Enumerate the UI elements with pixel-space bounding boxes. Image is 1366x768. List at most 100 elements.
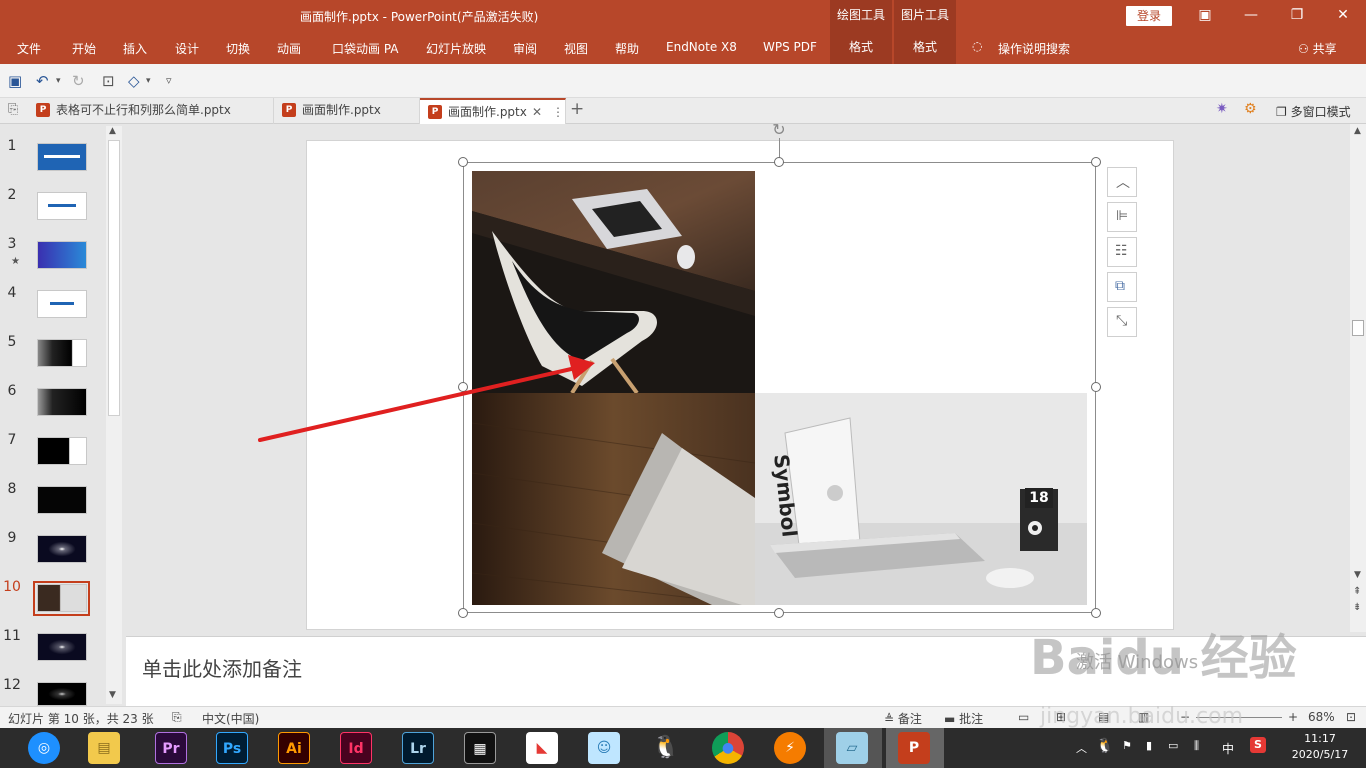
slide-thumbnail[interactable] [37, 339, 87, 367]
undo-icon[interactable]: ↶ [36, 72, 49, 90]
ime-indicator[interactable]: 中 [1222, 740, 1234, 757]
browser-360-icon[interactable]: ◎ [28, 732, 60, 764]
zoom-in-icon[interactable]: + [1288, 710, 1298, 724]
new-tab-icon[interactable]: + [570, 99, 584, 119]
fit-slide-icon[interactable]: ⊡ [1346, 710, 1356, 724]
chrome-icon[interactable]: ● [712, 732, 744, 764]
rotate-handle-icon[interactable]: ↻ [768, 120, 790, 139]
redo-icon[interactable]: ↻ [72, 72, 85, 90]
scroll-down-icon[interactable]: ▼ [1354, 570, 1361, 580]
sogou-ime-icon[interactable]: S [1250, 737, 1266, 753]
resize-handle-se[interactable] [1091, 608, 1101, 618]
scrollbar-thumb[interactable] [1352, 320, 1364, 336]
tab-wps-pdf[interactable]: WPS PDF [763, 40, 817, 54]
powerpoint-icon[interactable]: P [898, 732, 930, 764]
slide-thumbnail[interactable] [37, 535, 87, 563]
battery-icon[interactable]: ▮ [1146, 739, 1152, 752]
tab-animations[interactable]: 动画 [277, 40, 301, 57]
normal-view-icon[interactable]: ▭ [1018, 710, 1029, 724]
notes-placeholder[interactable]: 单击此处添加备注 [142, 653, 302, 682]
restore-icon[interactable]: ❐ [1274, 0, 1320, 32]
tab-endnote[interactable]: EndNote X8 [666, 40, 737, 54]
tab-pocket-animation[interactable]: 口袋动画 PA [332, 40, 399, 57]
scrollbar-thumb[interactable] [108, 140, 120, 416]
language-indicator[interactable]: 中文(中国) [202, 710, 259, 727]
tab-picture-format[interactable]: 格式 [894, 32, 956, 64]
previous-slide-icon[interactable]: ⇞ [1353, 586, 1361, 597]
scroll-up-icon[interactable]: ▲ [1354, 126, 1361, 136]
resize-handle-n[interactable] [774, 157, 784, 167]
qq-tray-icon[interactable]: 🐧 [1096, 738, 1113, 754]
slide-sorter-icon[interactable]: ⊞ [1056, 710, 1066, 724]
reading-view-icon[interactable]: ▤ [1098, 710, 1109, 724]
media-player-icon[interactable]: ◣ [526, 732, 558, 764]
tab-design[interactable]: 设计 [175, 40, 199, 57]
spellcheck-icon[interactable]: ⎘ [172, 710, 182, 725]
more-icon[interactable]: ⋮ [552, 100, 564, 124]
slide-thumbnail[interactable] [37, 437, 87, 465]
login-button[interactable]: 登录 [1126, 6, 1172, 26]
chat-bot-icon[interactable]: ☺ [588, 732, 620, 764]
resize-handle-s[interactable] [774, 608, 784, 618]
scroll-down-icon[interactable]: ▼ [109, 690, 116, 700]
show-hidden-icons[interactable]: ︿ [1076, 740, 1087, 756]
arrange-button[interactable]: ⧉ [1107, 272, 1137, 302]
tab-slideshow[interactable]: 幻灯片放映 [426, 40, 486, 57]
slide-thumbnail[interactable] [37, 290, 87, 318]
tab-drawing-format[interactable]: 格式 [830, 32, 892, 64]
doc-tab-3-active[interactable]: P 画面制作.pptx ✕ ⋮ [420, 98, 566, 124]
network-icon[interactable]: ⫼ [1194, 739, 1199, 753]
tab-transitions[interactable]: 切换 [226, 40, 250, 57]
resize-handle-nw[interactable] [458, 157, 468, 167]
share-button[interactable]: ⚇ 共享 [1298, 40, 1337, 57]
qq-icon[interactable]: 🐧 [650, 732, 682, 764]
tab-view[interactable]: 视图 [564, 40, 588, 57]
scroll-up-icon[interactable]: ▲ [109, 126, 116, 136]
slide-thumbnail[interactable] [37, 633, 87, 661]
file-explorer-icon[interactable]: ▤ [88, 732, 120, 764]
multiwindow-mode[interactable]: ❐ 多窗口模式 [1276, 103, 1351, 120]
illustrator-icon[interactable]: Ai [278, 732, 310, 764]
undo-dropdown-icon[interactable]: ▾ [56, 76, 61, 86]
layout-button[interactable]: ☷ [1107, 237, 1137, 267]
tab-insert[interactable]: 插入 [123, 40, 147, 57]
resize-handle-sw[interactable] [458, 608, 468, 618]
customize-qat-icon[interactable]: ▿ [166, 74, 172, 87]
doc-tab-2[interactable]: P 画面制作.pptx [274, 98, 420, 124]
collapse-up-button[interactable]: ︿ [1107, 167, 1137, 197]
editor-scrollbar[interactable]: ▲ ▼ ⇞ ⇟ [1350, 124, 1366, 632]
thumbnail-scrollbar[interactable]: ▲ ▼ [106, 126, 122, 704]
slide-thumbnail-current[interactable] [37, 584, 87, 612]
tab-review[interactable]: 审阅 [513, 40, 537, 57]
slide-thumbnail[interactable] [37, 143, 87, 171]
close-icon[interactable]: ✕ [1320, 0, 1366, 32]
resize-handle-ne[interactable] [1091, 157, 1101, 167]
slide-thumbnail[interactable] [37, 388, 87, 416]
tab-home[interactable]: 开始 [72, 40, 96, 57]
tell-me-search[interactable]: 操作说明搜索 [998, 40, 1070, 57]
premiere-icon[interactable]: Pr [155, 732, 187, 764]
shapes-icon[interactable]: ◇ [128, 72, 140, 90]
photoshop-icon[interactable]: Ps [216, 732, 248, 764]
tab-help[interactable]: 帮助 [615, 40, 639, 57]
settings-gear-icon[interactable]: ⚙ [1244, 101, 1257, 117]
display-icon[interactable]: ▭ [1168, 739, 1178, 752]
system-clock[interactable]: 11:17 2020/5/17 [1282, 731, 1358, 763]
zoom-level[interactable]: 68% [1308, 710, 1335, 724]
doc-icon[interactable]: ⎘ [8, 102, 18, 117]
notepad-icon[interactable]: ▱ [836, 732, 868, 764]
slide-thumbnail[interactable] [37, 486, 87, 514]
slideshow-view-icon[interactable]: ▥ [1138, 710, 1149, 724]
next-slide-icon[interactable]: ⇟ [1353, 602, 1361, 613]
indesign-icon[interactable]: Id [340, 732, 372, 764]
slide-thumbnail[interactable] [37, 682, 87, 706]
slide-thumbnail[interactable] [37, 241, 87, 269]
zoom-out-icon[interactable]: − [1180, 710, 1190, 724]
magic-icon[interactable]: ✷ [1216, 101, 1228, 117]
video-editor-icon[interactable]: ▦ [464, 732, 496, 764]
notes-toggle[interactable]: ≜ 备注 [884, 710, 922, 727]
resize-handle-e[interactable] [1091, 382, 1101, 392]
save-icon[interactable]: ▣ [8, 72, 22, 90]
present-from-start-icon[interactable]: ⊡ [102, 72, 115, 90]
doc-tab-1[interactable]: P 表格可不止行和列那么简单.pptx [28, 98, 274, 124]
